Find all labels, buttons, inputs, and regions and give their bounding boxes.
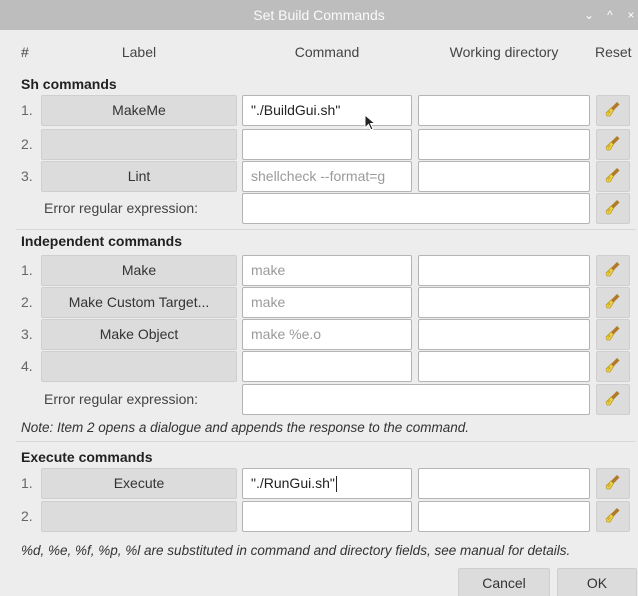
row-number: 3. (21, 326, 33, 342)
broom-icon (604, 389, 622, 410)
working-directory-input[interactable] (418, 501, 590, 532)
broom-icon (604, 134, 622, 155)
command-value: "./BuildGui.sh" (251, 102, 341, 118)
sh-error-reset-button[interactable] (596, 193, 630, 224)
row-number: 4. (21, 358, 33, 374)
substitution-note: %d, %e, %f, %p, %l are substituted in co… (21, 543, 571, 558)
reset-button[interactable] (596, 95, 630, 126)
header-command: Command (294, 44, 360, 60)
working-directory-input[interactable] (418, 129, 590, 160)
header-working-directory: Working directory (449, 44, 559, 60)
independent-error-reset-button[interactable] (596, 384, 630, 415)
command-value: make %e.o (251, 326, 322, 342)
reset-button[interactable] (596, 319, 630, 350)
ok-button[interactable]: OK (557, 568, 637, 596)
working-directory-input[interactable] (418, 351, 590, 382)
label-button[interactable]: MakeMe (41, 95, 237, 126)
row-number: 1. (21, 262, 33, 278)
minimize-icon[interactable]: ⌄ (580, 6, 598, 24)
command-value: make (251, 294, 286, 310)
window-title: Set Build Commands (253, 7, 385, 23)
working-directory-input[interactable] (418, 319, 590, 350)
working-directory-input[interactable] (418, 255, 590, 286)
broom-icon (604, 473, 622, 494)
command-value: shellcheck --format=g (251, 168, 386, 184)
section-execute-commands: Execute commands (21, 449, 153, 465)
section-sh-commands: Sh commands (21, 76, 117, 92)
reset-button[interactable] (596, 468, 630, 499)
command-value: "./RunGui.sh" (251, 475, 335, 491)
broom-icon (604, 100, 622, 121)
command-input[interactable] (242, 129, 412, 160)
independent-note: Note: Item 2 opens a dialogue and append… (21, 420, 470, 435)
close-icon[interactable]: × (622, 6, 638, 24)
independent-error-regex-input[interactable] (242, 384, 590, 415)
reset-button[interactable] (596, 501, 630, 532)
command-input[interactable]: make (242, 287, 412, 318)
label-button[interactable] (41, 129, 237, 160)
command-input[interactable]: shellcheck --format=g (242, 161, 412, 192)
label-button[interactable]: Lint (41, 161, 237, 192)
reset-button[interactable] (596, 255, 630, 286)
broom-icon (604, 506, 622, 527)
header-number: # (21, 44, 29, 60)
cancel-button[interactable]: Cancel (458, 568, 550, 596)
command-input[interactable]: "./RunGui.sh" (242, 468, 412, 499)
row-number: 2. (21, 294, 33, 310)
broom-icon (604, 356, 622, 377)
label-button[interactable] (41, 501, 237, 532)
label-button[interactable]: Execute (41, 468, 237, 499)
working-directory-input[interactable] (418, 287, 590, 318)
row-number: 1. (21, 475, 33, 491)
broom-icon (604, 198, 622, 219)
broom-icon (604, 324, 622, 345)
label-button[interactable]: Make Object (41, 319, 237, 350)
mouse-pointer-icon (364, 114, 377, 131)
working-directory-input[interactable] (418, 161, 590, 192)
reset-button[interactable] (596, 161, 630, 192)
label-button[interactable] (41, 351, 237, 382)
reset-button[interactable] (596, 287, 630, 318)
row-number: 2. (21, 508, 33, 524)
sh-error-regex-label: Error regular expression: (44, 200, 199, 216)
working-directory-input[interactable] (418, 95, 590, 126)
command-value: make (251, 262, 286, 278)
sh-error-regex-input[interactable] (242, 193, 590, 224)
independent-error-regex-label: Error regular expression: (44, 391, 199, 407)
row-number: 1. (21, 102, 33, 118)
separator (16, 229, 636, 230)
row-number: 2. (21, 136, 33, 152)
broom-icon (604, 166, 622, 187)
label-button[interactable]: Make Custom Target... (41, 287, 237, 318)
header-reset: Reset (595, 44, 632, 60)
broom-icon (604, 260, 622, 281)
command-input[interactable]: make (242, 255, 412, 286)
label-button[interactable]: Make (41, 255, 237, 286)
maximize-icon[interactable]: ^ (601, 6, 619, 24)
command-input[interactable] (242, 351, 412, 382)
command-input[interactable]: "./BuildGui.sh" (242, 95, 412, 126)
reset-button[interactable] (596, 129, 630, 160)
reset-button[interactable] (596, 351, 630, 382)
title-bar: Set Build Commands ⌄ ^ × (0, 0, 638, 30)
section-independent-commands: Independent commands (21, 233, 183, 249)
separator (16, 441, 636, 442)
text-caret (335, 476, 337, 493)
row-number: 3. (21, 168, 33, 184)
broom-icon (604, 292, 622, 313)
command-input[interactable]: make %e.o (242, 319, 412, 350)
working-directory-input[interactable] (418, 468, 590, 499)
command-input[interactable] (242, 501, 412, 532)
header-label: Label (121, 44, 157, 60)
